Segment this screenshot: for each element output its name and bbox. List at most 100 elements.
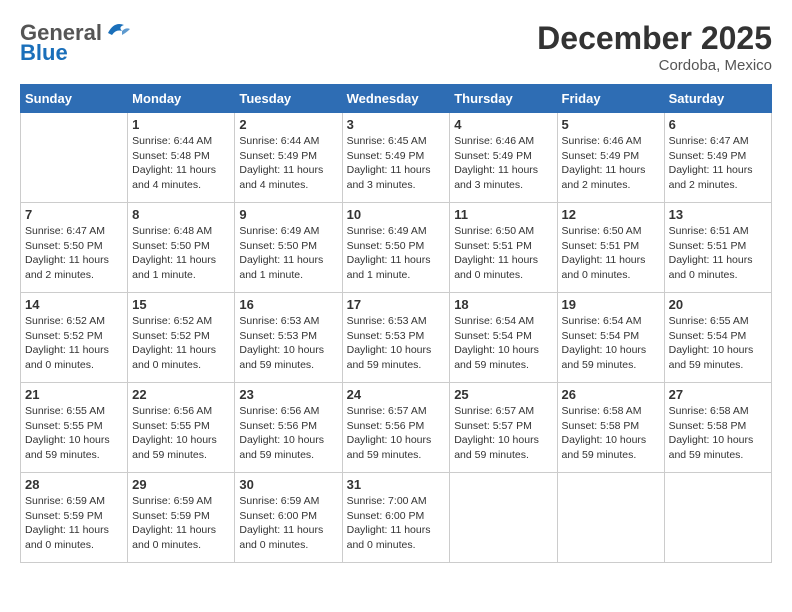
calendar-cell: 22 Sunrise: 6:56 AMSunset: 5:55 PMDayligh… [128,383,235,473]
calendar-week-row-5: 28 Sunrise: 6:59 AMSunset: 5:59 PMDayligh… [21,473,772,563]
day-number: 21 [25,387,123,402]
calendar-cell: 1Sunrise: 6:44 AMSunset: 5:48 PMDaylight… [128,113,235,203]
calendar-cell: 18Sunrise: 6:54 AMSunset: 5:54 PMDayligh… [450,293,557,383]
calendar-cell: 2 Sunrise: 6:44 AMSunset: 5:49 PMDaylight… [235,113,342,203]
calendar-week-row-1: 1Sunrise: 6:44 AMSunset: 5:48 PMDaylight… [21,113,772,203]
calendar-cell: 13 Sunrise: 6:51 AMSunset: 5:51 PMDayligh… [664,203,771,293]
day-number: 8 [132,207,230,222]
day-number: 6 [669,117,767,132]
calendar-cell: 15 Sunrise: 6:52 AMSunset: 5:52 PMDayligh… [128,293,235,383]
day-number: 31 [347,477,446,492]
day-info: Sunrise: 6:44 AMSunset: 5:49 PMDaylight:… [239,134,337,193]
weekday-header-tuesday: Tuesday [235,85,342,113]
logo-blue: Blue [20,40,68,66]
calendar-cell: 9 Sunrise: 6:49 AMSunset: 5:50 PMDaylight… [235,203,342,293]
day-info: Sunrise: 7:00 AMSunset: 6:00 PMDaylight:… [347,494,446,553]
day-number: 20 [669,297,767,312]
calendar-cell [450,473,557,563]
day-info: Sunrise: 6:56 AMSunset: 5:55 PMDaylight:… [132,404,230,463]
day-number: 30 [239,477,337,492]
weekday-header-row: SundayMondayTuesdayWednesdayThursdayFrid… [21,85,772,113]
day-number: 24 [347,387,446,402]
calendar-cell: 24 Sunrise: 6:57 AMSunset: 5:56 PMDayligh… [342,383,450,473]
day-number: 11 [454,207,552,222]
calendar-cell: 14Sunrise: 6:52 AMSunset: 5:52 PMDayligh… [21,293,128,383]
weekday-header-sunday: Sunday [21,85,128,113]
day-info: Sunrise: 6:46 AMSunset: 5:49 PMDaylight:… [562,134,660,193]
calendar-cell: 25Sunrise: 6:57 AMSunset: 5:57 PMDayligh… [450,383,557,473]
day-info: Sunrise: 6:46 AMSunset: 5:49 PMDaylight:… [454,134,552,193]
day-number: 13 [669,207,767,222]
day-number: 28 [25,477,123,492]
day-info: Sunrise: 6:58 AMSunset: 5:58 PMDaylight:… [669,404,767,463]
day-info: Sunrise: 6:47 AMSunset: 5:50 PMDaylight:… [25,224,123,283]
calendar-cell: 26 Sunrise: 6:58 AMSunset: 5:58 PMDayligh… [557,383,664,473]
day-info: Sunrise: 6:56 AMSunset: 5:56 PMDaylight:… [239,404,337,463]
day-info: Sunrise: 6:59 AMSunset: 6:00 PMDaylight:… [239,494,337,553]
day-number: 7 [25,207,123,222]
calendar-cell: 23 Sunrise: 6:56 AMSunset: 5:56 PMDayligh… [235,383,342,473]
page-header: General Blue December 2025 Cordoba, Mexi… [20,20,772,74]
day-number: 4 [454,117,552,132]
day-number: 27 [669,387,767,402]
calendar-cell: 17 Sunrise: 6:53 AMSunset: 5:53 PMDayligh… [342,293,450,383]
day-info: Sunrise: 6:49 AMSunset: 5:50 PMDaylight:… [347,224,446,283]
day-info: Sunrise: 6:50 AMSunset: 5:51 PMDaylight:… [454,224,552,283]
calendar-cell: 7 Sunrise: 6:47 AMSunset: 5:50 PMDaylight… [21,203,128,293]
logo: General Blue [20,20,132,66]
day-number: 22 [132,387,230,402]
calendar-cell: 12 Sunrise: 6:50 AMSunset: 5:51 PMDayligh… [557,203,664,293]
calendar-cell: 3 Sunrise: 6:45 AMSunset: 5:49 PMDaylight… [342,113,450,203]
title-block: December 2025 Cordoba, Mexico [537,20,772,74]
calendar-cell: 31 Sunrise: 7:00 AMSunset: 6:00 PMDayligh… [342,473,450,563]
day-info: Sunrise: 6:51 AMSunset: 5:51 PMDaylight:… [669,224,767,283]
day-info: Sunrise: 6:58 AMSunset: 5:58 PMDaylight:… [562,404,660,463]
day-number: 5 [562,117,660,132]
day-number: 2 [239,117,337,132]
calendar-cell: 11 Sunrise: 6:50 AMSunset: 5:51 PMDayligh… [450,203,557,293]
calendar-cell: 5 Sunrise: 6:46 AMSunset: 5:49 PMDaylight… [557,113,664,203]
location: Cordoba, Mexico [537,57,772,74]
day-info: Sunrise: 6:52 AMSunset: 5:52 PMDaylight:… [132,314,230,373]
calendar-cell: 29Sunrise: 6:59 AMSunset: 5:59 PMDayligh… [128,473,235,563]
weekday-header-monday: Monday [128,85,235,113]
day-number: 3 [347,117,446,132]
logo-bird-icon [104,19,132,41]
calendar-cell: 28Sunrise: 6:59 AMSunset: 5:59 PMDayligh… [21,473,128,563]
calendar-cell: 4 Sunrise: 6:46 AMSunset: 5:49 PMDaylight… [450,113,557,203]
day-number: 23 [239,387,337,402]
day-number: 12 [562,207,660,222]
day-number: 18 [454,297,552,312]
calendar-week-row-2: 7 Sunrise: 6:47 AMSunset: 5:50 PMDaylight… [21,203,772,293]
calendar-week-row-3: 14Sunrise: 6:52 AMSunset: 5:52 PMDayligh… [21,293,772,383]
weekday-header-thursday: Thursday [450,85,557,113]
day-info: Sunrise: 6:52 AMSunset: 5:52 PMDaylight:… [25,314,123,373]
day-number: 16 [239,297,337,312]
day-info: Sunrise: 6:57 AMSunset: 5:56 PMDaylight:… [347,404,446,463]
day-number: 17 [347,297,446,312]
day-info: Sunrise: 6:44 AMSunset: 5:48 PMDaylight:… [132,134,230,193]
day-number: 19 [562,297,660,312]
day-info: Sunrise: 6:49 AMSunset: 5:50 PMDaylight:… [239,224,337,283]
day-info: Sunrise: 6:47 AMSunset: 5:49 PMDaylight:… [669,134,767,193]
day-info: Sunrise: 6:48 AMSunset: 5:50 PMDaylight:… [132,224,230,283]
calendar-cell [21,113,128,203]
day-number: 9 [239,207,337,222]
day-info: Sunrise: 6:50 AMSunset: 5:51 PMDaylight:… [562,224,660,283]
day-number: 15 [132,297,230,312]
day-info: Sunrise: 6:59 AMSunset: 5:59 PMDaylight:… [132,494,230,553]
calendar-cell: 6 Sunrise: 6:47 AMSunset: 5:49 PMDaylight… [664,113,771,203]
calendar-cell: 16Sunrise: 6:53 AMSunset: 5:53 PMDayligh… [235,293,342,383]
calendar-cell [557,473,664,563]
calendar-table: SundayMondayTuesdayWednesdayThursdayFrid… [20,84,772,563]
calendar-cell: 30 Sunrise: 6:59 AMSunset: 6:00 PMDayligh… [235,473,342,563]
calendar-week-row-4: 21 Sunrise: 6:55 AMSunset: 5:55 PMDayligh… [21,383,772,473]
day-number: 10 [347,207,446,222]
day-info: Sunrise: 6:45 AMSunset: 5:49 PMDaylight:… [347,134,446,193]
day-number: 25 [454,387,552,402]
day-info: Sunrise: 6:53 AMSunset: 5:53 PMDaylight:… [347,314,446,373]
calendar-cell: 10 Sunrise: 6:49 AMSunset: 5:50 PMDayligh… [342,203,450,293]
calendar-cell: 20Sunrise: 6:55 AMSunset: 5:54 PMDayligh… [664,293,771,383]
day-number: 26 [562,387,660,402]
day-info: Sunrise: 6:55 AMSunset: 5:55 PMDaylight:… [25,404,123,463]
